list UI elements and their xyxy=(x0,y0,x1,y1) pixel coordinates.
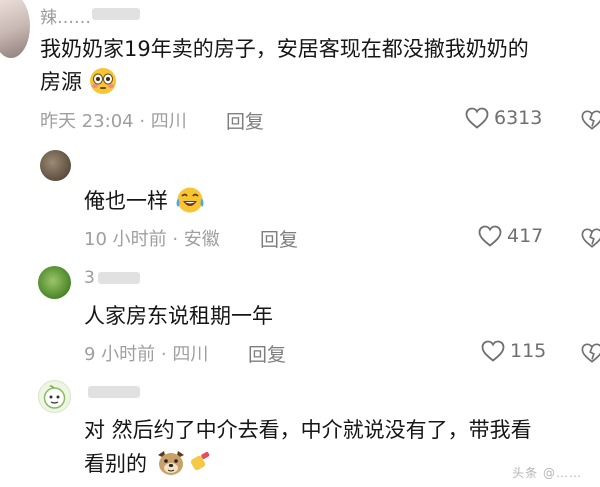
laughing-crying-emoji xyxy=(175,186,205,224)
comment-3-time-location: 9 小时前 · 四川 xyxy=(84,344,209,365)
comment-1-like-count: 6313 xyxy=(494,107,543,129)
watermark: 头条 @…… xyxy=(512,466,582,480)
dislike-icon[interactable] xyxy=(581,109,600,131)
comment-1-text: 我奶奶家19年卖的房子，安居客现在都没撤我奶奶的 房源 xyxy=(40,33,600,105)
heart-icon xyxy=(478,225,502,247)
avatar-comment-1[interactable] xyxy=(0,0,30,58)
comment-1-line-2: 房源 xyxy=(40,66,600,105)
comment-2-line-1: 俺也一样 xyxy=(84,189,168,213)
username-blur-4 xyxy=(88,386,140,398)
username-blur-1 xyxy=(92,8,140,20)
comment-4-line-1: 对 然后约了中介去看，中介就说没有了，带我看 xyxy=(84,418,532,442)
comment-2-time-location: 10 小时前 · 安徽 xyxy=(84,229,220,250)
comment-1-time-location: 昨天 23:04 · 四川 xyxy=(40,111,187,132)
comment-3-like-button[interactable]: 115 xyxy=(481,340,546,362)
dislike-icon[interactable] xyxy=(581,227,600,249)
avatar-comment-2[interactable] xyxy=(40,150,71,181)
heart-icon xyxy=(465,107,489,129)
comment-3-line-1: 人家房东说租期一年 xyxy=(84,304,273,328)
username-comment-3[interactable]: 3 xyxy=(84,268,95,288)
username-blur-3 xyxy=(98,272,140,284)
comment-2-like-button[interactable]: 417 xyxy=(478,225,543,247)
comment-3-like-count: 115 xyxy=(510,340,547,362)
username-comment-1[interactable]: 辣…… xyxy=(40,3,91,28)
comment-2-text: 俺也一样 xyxy=(84,185,205,224)
comment-2-like-count: 417 xyxy=(507,225,544,247)
comment-1-line-1: 我奶奶家19年卖的房子，安居客现在都没撤我奶奶的 xyxy=(40,37,529,61)
comment-2-reply-button[interactable]: 回复 xyxy=(260,225,298,252)
dislike-icon[interactable] xyxy=(581,342,600,364)
comment-3-text: 人家房东说租期一年 xyxy=(84,300,273,333)
avatar-comment-4[interactable] xyxy=(38,380,71,413)
dog-and-pointing-hand-emoji xyxy=(154,447,214,487)
comment-1-like-button[interactable]: 6313 xyxy=(465,107,542,129)
heart-icon xyxy=(481,340,505,362)
comment-3-reply-button[interactable]: 回复 xyxy=(248,340,286,367)
flushed-face-emoji xyxy=(89,67,117,105)
comment-1-reply-button[interactable]: 回复 xyxy=(226,107,264,134)
avatar-comment-3[interactable] xyxy=(38,266,71,299)
